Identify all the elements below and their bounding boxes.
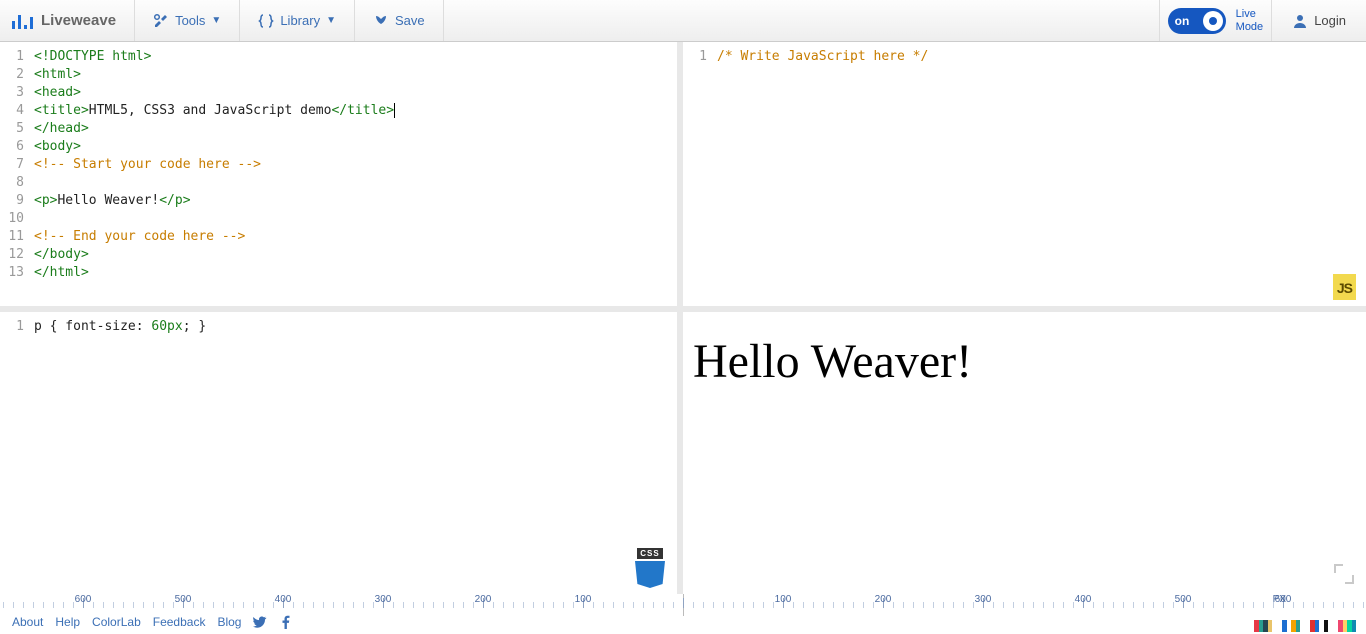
editor-grid: 12345678910111213 <!DOCTYPE html> <html>… — [0, 42, 1366, 594]
save-icon — [373, 13, 389, 29]
braces-icon — [258, 13, 274, 29]
palette-swatch[interactable] — [1282, 620, 1300, 632]
login-button[interactable]: Login — [1271, 0, 1366, 41]
expand-icon[interactable] — [1334, 564, 1354, 584]
css3-badge-icon: CSS — [633, 548, 667, 588]
live-mode-label: Live Mode — [1236, 8, 1264, 32]
html-editor-pane[interactable]: 12345678910111213 <!DOCTYPE html> <html>… — [0, 42, 683, 312]
tools-menu[interactable]: Tools ▼ — [135, 0, 240, 41]
switch-on-label: on — [1175, 14, 1190, 28]
facebook-icon[interactable] — [279, 615, 293, 632]
palette-swatch[interactable] — [1310, 620, 1328, 632]
footer: 100100200200300300400400500500600600PX A… — [0, 594, 1366, 634]
footer-links: About Help ColorLab Feedback Blog — [12, 615, 293, 632]
output-text: Hello Weaver! — [683, 312, 1366, 389]
save-button[interactable]: Save — [355, 0, 444, 41]
js-editor-pane[interactable]: 1 /* Write JavaScript here */ JS — [683, 42, 1366, 312]
live-mode-toggle[interactable]: on Live Mode — [1159, 0, 1272, 41]
footer-link-colorlab[interactable]: ColorLab — [92, 615, 141, 632]
switch-knob-icon — [1203, 11, 1223, 31]
tools-icon — [153, 13, 169, 29]
ruler-px-label: PX — [1273, 594, 1286, 605]
brand-logo[interactable]: Liveweave — [0, 0, 135, 41]
chevron-down-icon: ▼ — [326, 15, 336, 26]
library-label: Library — [280, 13, 320, 28]
footer-link-about[interactable]: About — [12, 615, 43, 632]
js-badge-icon: JS — [1333, 274, 1356, 300]
user-icon — [1292, 13, 1308, 29]
palette-swatch[interactable] — [1338, 620, 1356, 632]
output-pane: Hello Weaver! — [683, 312, 1366, 594]
brand-name: Liveweave — [41, 12, 116, 29]
save-label: Save — [395, 13, 425, 28]
twitter-icon[interactable] — [253, 615, 267, 632]
css-editor-pane[interactable]: 1 p { font-size: 60px; } CSS — [0, 312, 683, 594]
tools-label: Tools — [175, 13, 205, 28]
chevron-down-icon: ▼ — [211, 15, 221, 26]
logo-bars-icon — [12, 13, 33, 29]
login-label: Login — [1314, 13, 1346, 28]
footer-link-help[interactable]: Help — [55, 615, 80, 632]
footer-link-blog[interactable]: Blog — [217, 615, 241, 632]
topbar: Liveweave Tools ▼ Library ▼ Save on — [0, 0, 1366, 42]
palette-swatch[interactable] — [1254, 620, 1272, 632]
ruler: 100100200200300300400400500500600600PX — [0, 594, 1366, 616]
toggle-switch[interactable]: on — [1168, 8, 1226, 34]
footer-link-feedback[interactable]: Feedback — [153, 615, 206, 632]
library-menu[interactable]: Library ▼ — [240, 0, 355, 41]
color-swatches — [1254, 620, 1356, 632]
